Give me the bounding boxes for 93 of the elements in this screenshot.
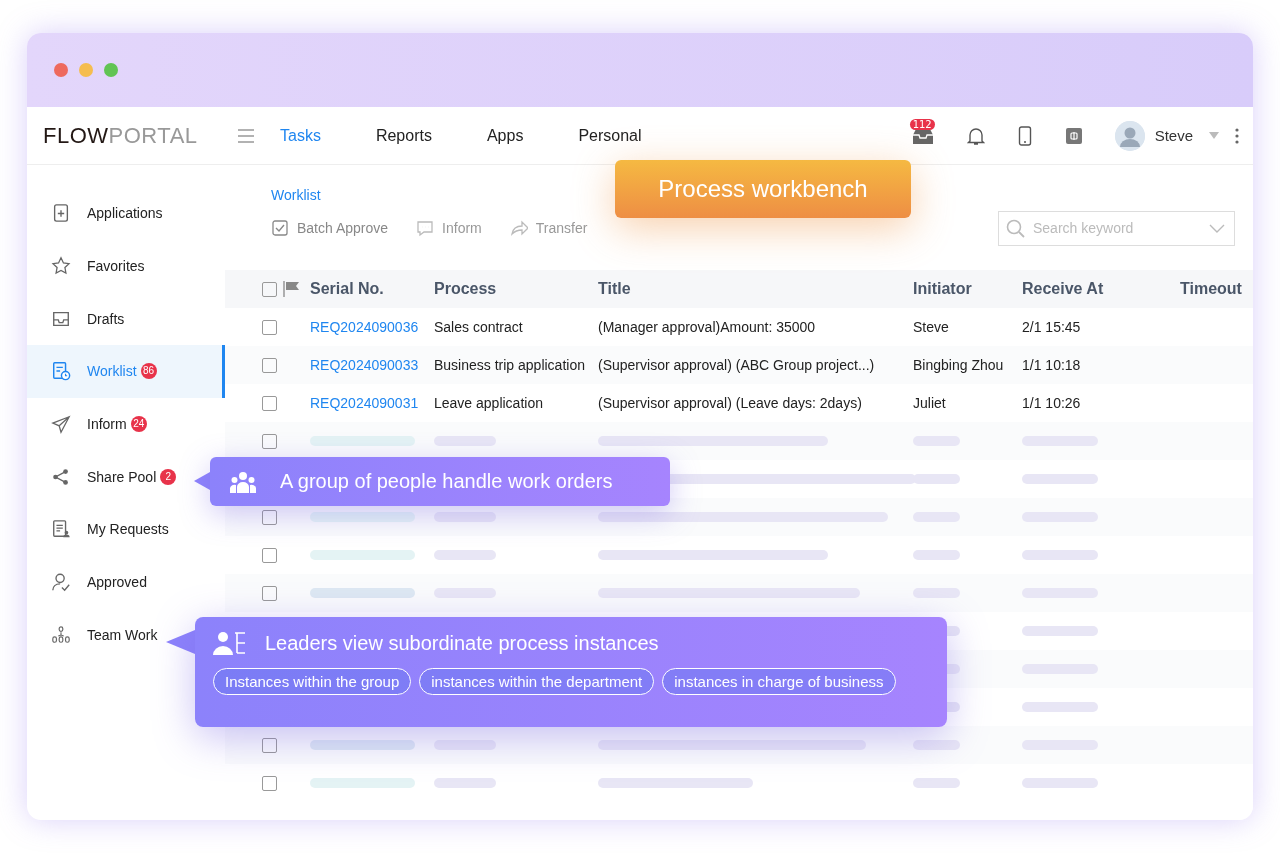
checkbox[interactable] <box>262 319 277 335</box>
checkbox[interactable] <box>262 433 277 449</box>
table-cell-text: (Manager approval)Amount: 35000 <box>598 319 817 335</box>
sidebar-item-icon <box>51 361 71 382</box>
sidebar-item[interactable]: Favorites <box>27 239 225 293</box>
sidebar-item-icon <box>51 203 71 224</box>
nav-tab[interactable]: Personal <box>578 126 642 145</box>
toolbar-button-icon <box>416 219 435 237</box>
tag: instances in charge of business <box>662 668 896 695</box>
column-header[interactable]: Process <box>434 280 598 298</box>
logo: FLOWPORTAL <box>43 122 199 149</box>
checkbox[interactable] <box>262 357 277 373</box>
skeleton-bar <box>434 512 496 522</box>
skeleton-bar <box>434 778 496 788</box>
notification-badge: 112 <box>909 118 935 130</box>
phone-icon[interactable] <box>1017 125 1032 146</box>
checkbox[interactable] <box>262 775 277 791</box>
caret-icon[interactable] <box>1209 132 1219 139</box>
toolbar-button-icon <box>271 219 289 237</box>
skeleton-bar <box>913 740 960 750</box>
menu-icon[interactable] <box>238 128 254 143</box>
table-cell-text: 2/1 15:45 <box>1022 319 1082 335</box>
column-header[interactable]: Initiator <box>913 280 1022 298</box>
app-icon[interactable] <box>1064 126 1083 145</box>
flag-icon <box>283 281 301 297</box>
checkbox[interactable] <box>262 395 277 411</box>
tag: Instances within the group <box>213 668 412 695</box>
sidebar-item-icon <box>51 414 71 435</box>
skeleton-bar <box>434 550 496 560</box>
serial-link[interactable]: REQ2024090031 <box>310 395 434 411</box>
maximize-button[interactable] <box>104 63 118 77</box>
toolbar-button-icon <box>509 219 528 237</box>
column-header[interactable]: Receive At <box>1022 280 1180 298</box>
skeleton-bar <box>913 550 960 560</box>
nav-tab[interactable]: Apps <box>486 126 524 145</box>
sidebar-item[interactable]: Inform 24 <box>27 397 225 451</box>
checkbox[interactable] <box>262 509 277 525</box>
count-badge: 86 <box>140 363 157 380</box>
sidebar-item-icon <box>51 519 71 540</box>
serial-link[interactable]: REQ2024090036 <box>310 319 434 335</box>
search-icon <box>1006 218 1026 239</box>
sidebar-item[interactable]: Approved <box>27 555 225 609</box>
bell-icon[interactable] <box>966 125 985 146</box>
serial-link[interactable]: REQ2024090033 <box>310 357 434 373</box>
count-badge: 2 <box>160 468 177 485</box>
sidebar-item[interactable]: Share Pool 2 <box>27 450 225 504</box>
skeleton-bar <box>434 436 496 446</box>
column-header[interactable]: Title <box>598 280 913 298</box>
table-cell-text: Leave application <box>434 395 544 411</box>
sidebar-item-icon <box>51 624 71 645</box>
checkbox[interactable] <box>262 281 277 297</box>
sidebar-item-icon <box>51 466 71 487</box>
column-header[interactable]: Timeout <box>1180 280 1253 298</box>
callout-tooltip: Process workbench <box>615 160 911 218</box>
org-chart-icon <box>213 631 247 655</box>
sidebar-item-icon <box>51 572 71 593</box>
table-cell-text: Bingbing Zhou <box>913 357 1005 373</box>
skeleton-bar <box>913 588 960 598</box>
table-cell-text: 1/1 10:26 <box>1022 395 1082 411</box>
table-cell-text: Steve <box>913 319 950 335</box>
nav-tab[interactable]: Tasks <box>280 126 321 145</box>
checkbox[interactable] <box>262 585 277 601</box>
nav-tab[interactable]: Reports <box>375 126 432 145</box>
skeleton-bar <box>913 778 960 788</box>
toolbar-button[interactable]: Batch Approve <box>271 219 389 237</box>
sidebar-item[interactable]: My Requests <box>27 503 225 556</box>
table-cell-text: Juliet <box>913 395 947 411</box>
table-cell-text: (Supervisor approval) (Leave days: 2days) <box>598 395 863 411</box>
checkbox[interactable] <box>262 737 277 753</box>
table-cell-text: 1/1 10:18 <box>1022 357 1082 373</box>
search-field[interactable]: Search keyword <box>998 210 1235 246</box>
count-badge: 24 <box>130 416 147 433</box>
skeleton-bar <box>434 588 496 598</box>
close-button[interactable] <box>54 63 68 77</box>
sidebar-item[interactable]: Worklist 86 <box>27 345 225 398</box>
column-header[interactable]: Serial No. <box>310 280 434 298</box>
callout-text: A group of people handle work orders <box>280 470 613 493</box>
user-name[interactable]: Steve <box>1154 127 1193 144</box>
sidebar-item[interactable]: Team Work <box>27 608 225 662</box>
more-icon[interactable] <box>1235 127 1239 144</box>
sidebar-item[interactable]: Applications <box>27 187 225 240</box>
breadcrumb-link[interactable]: Worklist <box>271 187 321 203</box>
callout-text: Leaders view subordinate process instances <box>265 631 659 655</box>
chevron-icon[interactable] <box>1209 223 1225 234</box>
tag: instances within the department <box>419 668 655 695</box>
sidebar-item[interactable]: Drafts <box>27 292 225 346</box>
table-cell-text: (Supervisor approval) (ABC Group project...) <box>598 357 876 373</box>
skeleton-bar <box>434 740 496 750</box>
table-cell-text: Business trip application <box>434 357 586 373</box>
sidebar-item-icon <box>51 256 71 277</box>
table-cell-text: Sales contract <box>434 319 524 335</box>
checkbox[interactable] <box>262 547 277 563</box>
group-icon <box>230 470 256 493</box>
